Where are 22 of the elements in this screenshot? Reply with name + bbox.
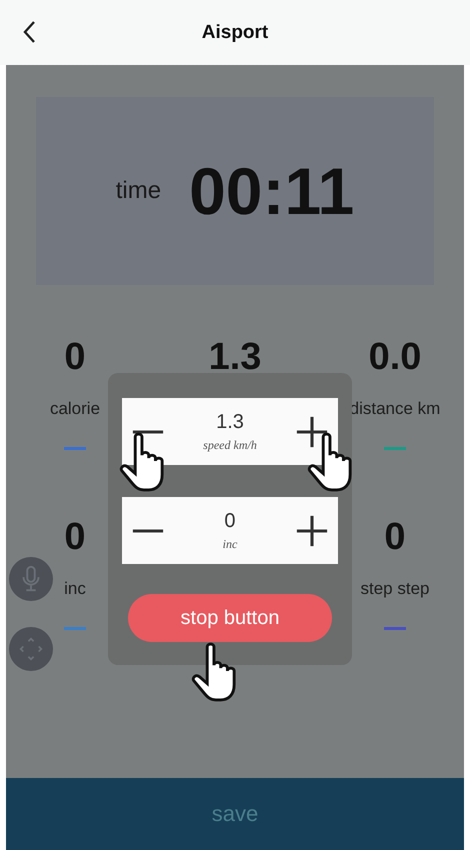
stat-value: 0 bbox=[384, 515, 406, 559]
back-icon[interactable] bbox=[22, 20, 36, 44]
plus-icon[interactable] bbox=[296, 514, 328, 546]
stepper-label: inc bbox=[222, 536, 238, 552]
stat-label: calorie bbox=[50, 399, 100, 419]
stat-value: 1.3 bbox=[208, 335, 262, 379]
stat-value: 0 bbox=[64, 515, 86, 559]
save-button[interactable]: save bbox=[6, 778, 464, 850]
screen-title: Aisport bbox=[202, 22, 268, 44]
plus-icon[interactable] bbox=[296, 416, 328, 448]
stepper-value: 1.3 bbox=[216, 410, 244, 434]
stat-label: distance km bbox=[350, 399, 440, 419]
stat-value: 0 bbox=[64, 335, 86, 379]
four-arrows-icon bbox=[19, 635, 43, 663]
stat-value: 0.0 bbox=[368, 335, 422, 379]
stop-button[interactable]: stop button bbox=[128, 594, 332, 642]
stat-label: inc bbox=[64, 579, 86, 599]
timer-value: 00:11 bbox=[189, 153, 354, 229]
stat-label: step step bbox=[360, 579, 430, 599]
stepper-value: 0 bbox=[224, 510, 236, 532]
stepper-label: speed km/h bbox=[203, 438, 257, 452]
timer-label: time bbox=[116, 177, 162, 205]
